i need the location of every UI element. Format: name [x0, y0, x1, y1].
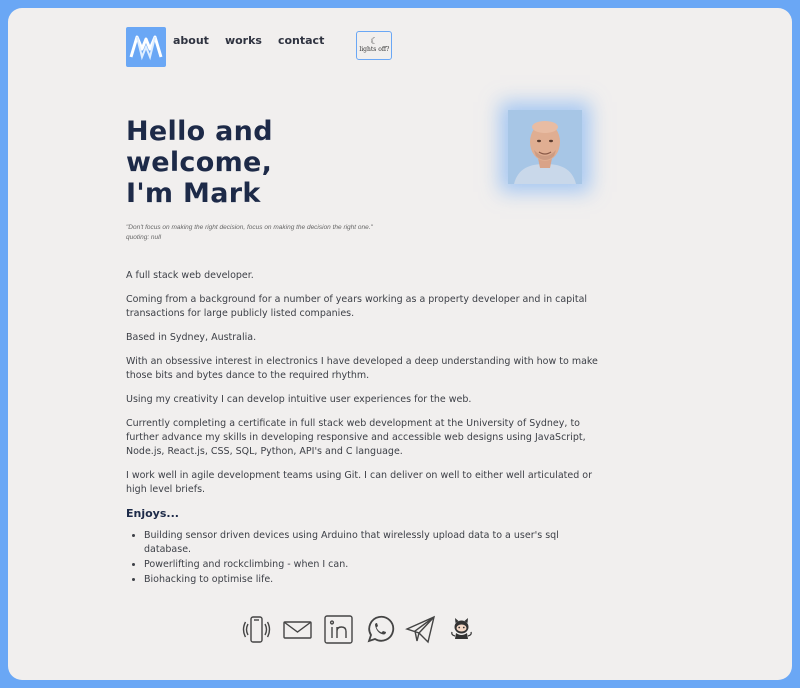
- about-paragraph: Using my creativity I can develop intuit…: [126, 394, 472, 405]
- quote-text: "Don't focus on making the right decisio…: [126, 224, 373, 231]
- nav-link-works[interactable]: works: [225, 34, 262, 47]
- email-icon[interactable]: [282, 614, 313, 645]
- linkedin-icon[interactable]: [323, 614, 354, 645]
- about-section: A full stack web developer. Coming from …: [126, 269, 601, 588]
- lights-toggle-button[interactable]: ☾ lights off?: [356, 31, 393, 60]
- lights-toggle-label: lights off?: [359, 46, 390, 53]
- avatar: [508, 110, 582, 184]
- list-item: Biohacking to optimise life.: [144, 573, 601, 587]
- github-icon[interactable]: [446, 614, 477, 645]
- hero-line-1: Hello and welcome,: [126, 116, 273, 178]
- page-frame: about works contact ☾ lights off? Hello …: [8, 8, 792, 680]
- list-item: Powerlifting and rockclimbing - when I c…: [144, 558, 601, 572]
- about-paragraph: Based in Sydney, Australia.: [126, 332, 257, 343]
- top-nav: about works contact ☾ lights off?: [126, 27, 393, 67]
- hero-line-2: I'm Mark: [126, 178, 261, 209]
- enjoys-heading: Enjoys...: [126, 507, 179, 520]
- whatsapp-icon[interactable]: [364, 614, 395, 645]
- nav-link-contact[interactable]: contact: [278, 34, 324, 47]
- phone-icon[interactable]: [241, 614, 272, 645]
- nav-link-about[interactable]: about: [173, 34, 209, 47]
- list-item: Building sensor driven devices using Ard…: [144, 529, 601, 557]
- about-paragraph: A full stack web developer.: [126, 270, 254, 281]
- enjoys-list: Building sensor driven devices using Ard…: [126, 529, 601, 587]
- about-paragraph: I work well in agile development teams u…: [126, 470, 592, 495]
- about-paragraph: Coming from a background for a number of…: [126, 294, 588, 319]
- moon-icon: ☾: [370, 36, 379, 46]
- about-paragraph: Currently completing a certificate in fu…: [126, 418, 586, 457]
- quote-attribution: quoting: null: [126, 234, 162, 241]
- page-title: Hello and welcome, I'm Mark: [126, 116, 426, 209]
- telegram-icon[interactable]: [405, 614, 436, 645]
- about-paragraph: With an obsessive interest in electronic…: [126, 356, 598, 381]
- social-links: [241, 614, 477, 645]
- logo-icon[interactable]: [126, 27, 166, 67]
- quote-block: "Don't focus on making the right decisio…: [126, 223, 373, 243]
